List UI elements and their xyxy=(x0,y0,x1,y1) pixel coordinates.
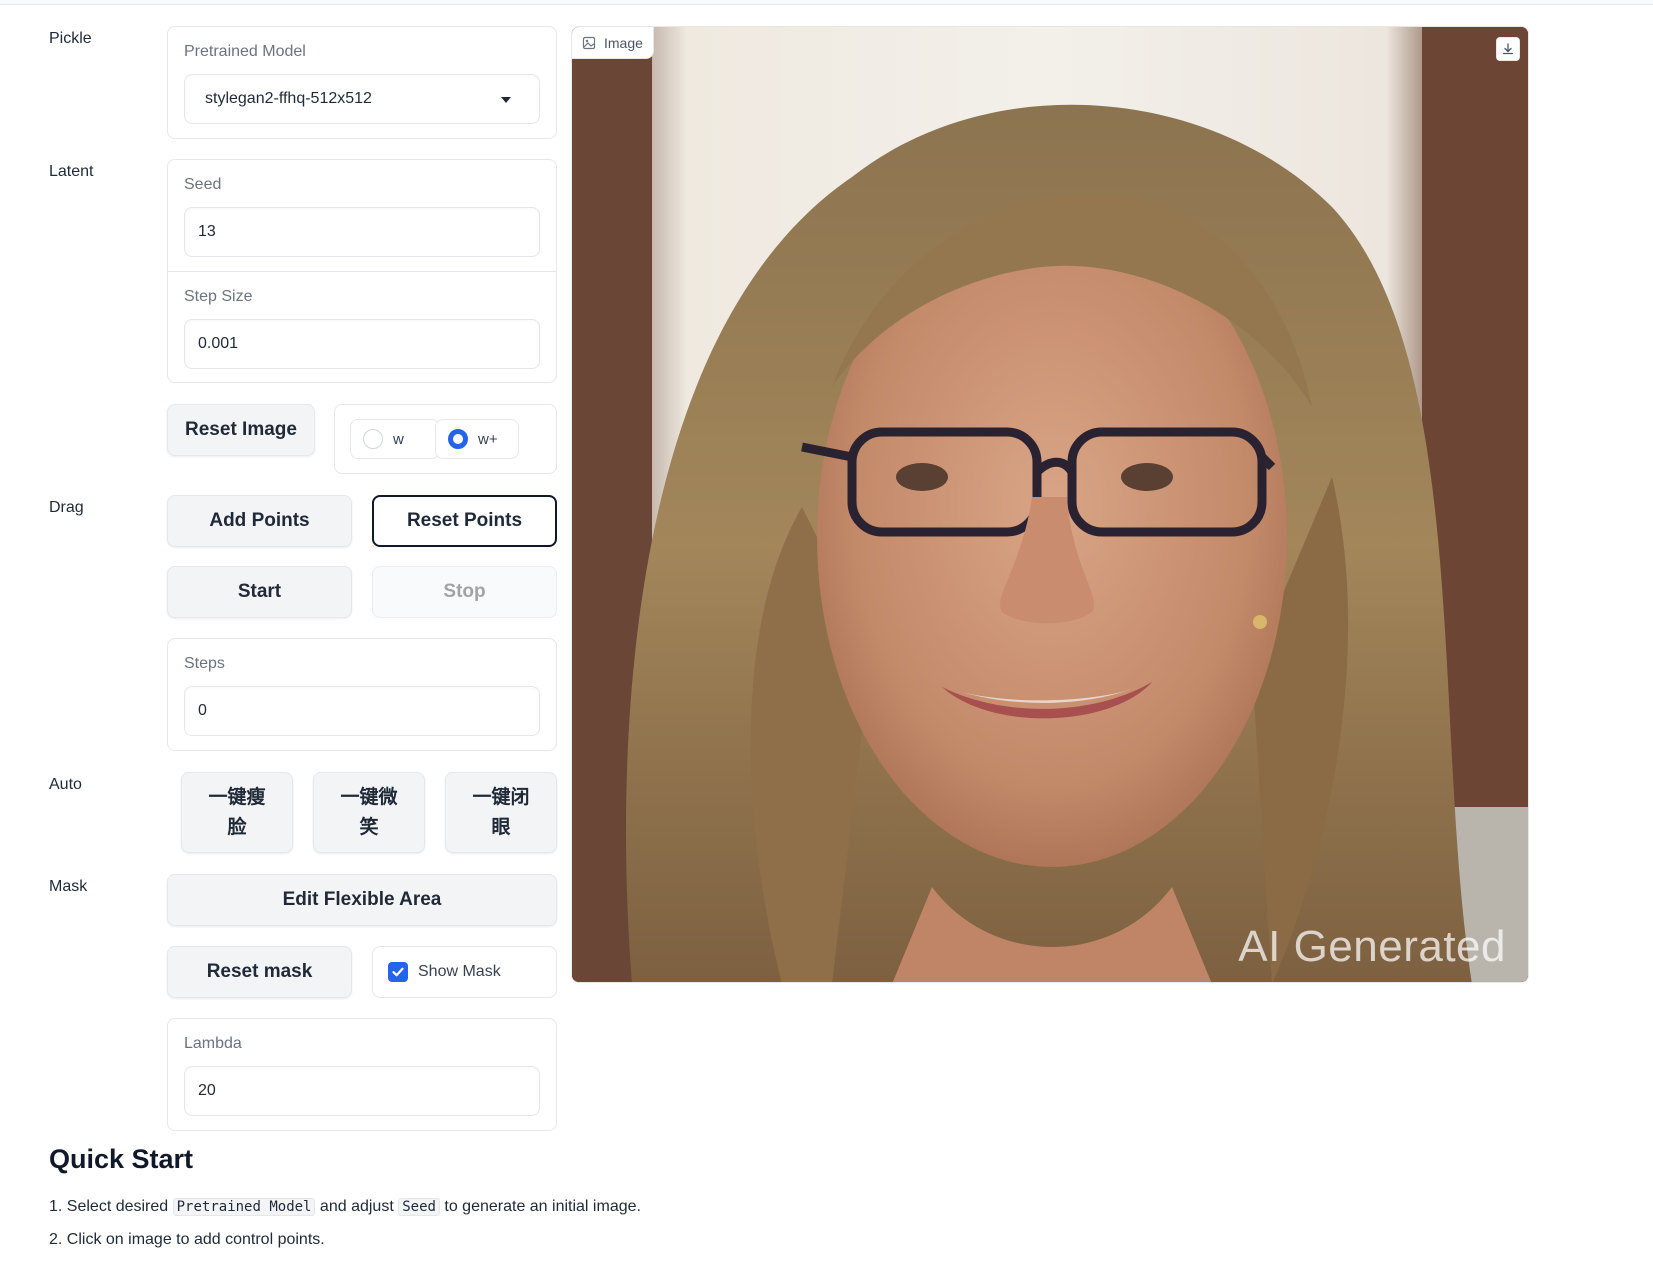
quick-start-step-1: 1. Select desired Pretrained Model and a… xyxy=(49,1198,641,1216)
radio-option-w[interactable]: w xyxy=(350,419,440,459)
download-icon xyxy=(1502,43,1514,55)
auto-button-line: 一键瘦 xyxy=(208,786,266,808)
seed-input[interactable]: 13 xyxy=(184,207,540,257)
lambda-panel: Lambda 20 xyxy=(167,1018,557,1131)
reset-points-button[interactable]: Reset Points xyxy=(372,495,557,547)
reset-image-button[interactable]: Reset Image xyxy=(167,404,315,456)
show-mask-label: Show Mask xyxy=(418,963,501,980)
step-size-input[interactable]: 0.001 xyxy=(184,319,540,369)
image-tag: Image xyxy=(572,27,654,59)
quick-start-step-2: 2. Click on image to add control points. xyxy=(49,1231,325,1248)
text-segment: to generate an initial image. xyxy=(439,1198,641,1215)
add-points-button[interactable]: Add Points xyxy=(167,495,352,547)
radio-option-w-plus[interactable]: w+ xyxy=(435,419,519,459)
generated-image-canvas[interactable]: Image AI Generated xyxy=(571,26,1529,983)
radio-unchecked-icon xyxy=(363,429,383,449)
quick-start-title: Quick Start xyxy=(49,1144,194,1174)
steps-label: Steps xyxy=(184,655,225,672)
start-button[interactable]: Start xyxy=(167,566,352,618)
inline-code: Pretrained Model xyxy=(172,1198,316,1216)
text-segment: 1. Select desired xyxy=(49,1198,173,1215)
auto-button-line: 笑 xyxy=(359,816,379,838)
section-label-pickle: Pickle xyxy=(49,30,92,47)
section-label-auto: Auto xyxy=(49,776,82,793)
image-tag-label: Image xyxy=(604,34,643,51)
section-label-drag: Drag xyxy=(49,499,84,516)
auto-button-line: 一键微 xyxy=(340,786,398,808)
pretrained-model-label: Pretrained Model xyxy=(184,43,306,60)
lambda-label: Lambda xyxy=(184,1035,242,1052)
seed-label: Seed xyxy=(184,176,222,193)
ai-generated-watermark: AI Generated xyxy=(1238,922,1506,971)
auto-smile-button[interactable]: 一键微 笑 xyxy=(313,772,425,853)
text-segment: and adjust xyxy=(315,1198,399,1215)
steps-panel: Steps 0 xyxy=(167,638,557,751)
section-label-mask: Mask xyxy=(49,878,88,895)
seed-value: 13 xyxy=(198,223,216,240)
generated-face-image[interactable] xyxy=(572,27,1529,983)
steps-value: 0 xyxy=(198,702,207,719)
step-size-label: Step Size xyxy=(184,288,253,305)
auto-slim-face-button[interactable]: 一键瘦 脸 xyxy=(181,772,293,853)
chevron-down-icon xyxy=(501,97,511,103)
section-label-latent: Latent xyxy=(49,163,94,180)
pretrained-model-dropdown[interactable]: stylegan2-ffhq-512x512 xyxy=(184,74,540,124)
edit-flexible-area-button[interactable]: Edit Flexible Area xyxy=(167,874,557,926)
image-icon xyxy=(582,36,596,49)
auto-button-line: 眼 xyxy=(491,816,511,838)
steps-input[interactable]: 0 xyxy=(184,686,540,736)
lambda-input[interactable]: 20 xyxy=(184,1066,540,1116)
auto-close-eyes-button[interactable]: 一键闭 眼 xyxy=(445,772,557,853)
radio-label-w-plus: w+ xyxy=(478,430,498,448)
pretrained-model-panel: Pretrained Model stylegan2-ffhq-512x512 xyxy=(167,26,557,139)
latent-space-radio-group: w w+ xyxy=(334,404,557,474)
panel-divider xyxy=(168,271,556,272)
reset-mask-button[interactable]: Reset mask xyxy=(167,946,352,998)
radio-label-w: w xyxy=(393,430,404,448)
inline-code: Seed xyxy=(398,1198,440,1216)
stop-button[interactable]: Stop xyxy=(372,566,557,618)
download-button[interactable] xyxy=(1496,37,1520,61)
latent-panel: Seed 13 Step Size 0.001 xyxy=(167,159,557,383)
auto-button-line: 一键闭 xyxy=(472,786,530,808)
show-mask-checkbox[interactable]: Show Mask xyxy=(372,946,557,998)
auto-button-line: 脸 xyxy=(227,816,247,838)
step-size-value: 0.001 xyxy=(198,335,239,352)
pretrained-model-value: stylegan2-ffhq-512x512 xyxy=(205,90,372,107)
radio-checked-icon xyxy=(448,429,468,449)
lambda-value: 20 xyxy=(198,1082,216,1099)
checkbox-checked-icon xyxy=(388,962,408,982)
top-border xyxy=(0,0,1653,5)
